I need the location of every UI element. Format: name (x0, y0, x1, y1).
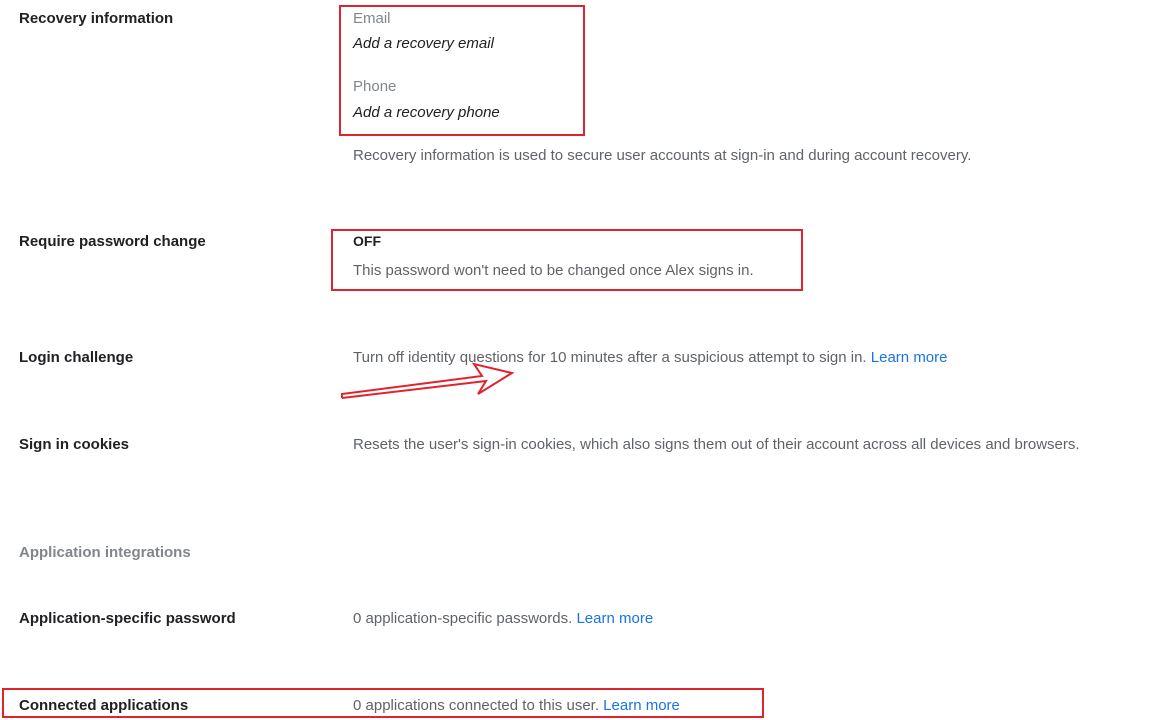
connected-apps-description: 0 applications connected to this user. L… (353, 697, 680, 714)
application-specific-password-label: Application-specific password (19, 610, 236, 627)
connected-apps-learn-more-link[interactable]: Learn more (603, 697, 680, 714)
application-integrations-heading: Application integrations (19, 544, 191, 561)
app-password-description: 0 application-specific passwords. Learn … (353, 610, 653, 627)
recovery-information-label: Recovery information (19, 10, 174, 27)
login-challenge-learn-more-link[interactable]: Learn more (871, 349, 948, 366)
connected-applications-label: Connected applications (19, 697, 189, 714)
sign-in-cookies-description[interactable]: Resets the user's sign-in cookies, which… (353, 436, 1080, 453)
app-password-learn-more-link[interactable]: Learn more (576, 610, 653, 627)
login-challenge-label: Login challenge (19, 349, 134, 366)
recovery-description: Recovery information is used to secure u… (353, 147, 972, 164)
require-password-change-label: Require password change (19, 233, 206, 250)
connected-apps-text: 0 applications connected to this user. (353, 697, 599, 714)
app-password-text: 0 application-specific passwords. (353, 610, 573, 627)
password-change-description: This password won't need to be changed o… (353, 262, 754, 279)
recovery-email-caption: Email (353, 10, 391, 27)
add-recovery-email-link[interactable]: Add a recovery email (353, 35, 494, 52)
login-challenge-text: Turn off identity questions for 10 minut… (353, 349, 867, 366)
add-recovery-phone-link[interactable]: Add a recovery phone (353, 104, 500, 121)
password-change-highlight-box (331, 229, 803, 291)
password-change-status[interactable]: OFF (353, 233, 381, 249)
login-challenge-description: Turn off identity questions for 10 minut… (353, 349, 948, 366)
arrow-annotation-icon (341, 362, 515, 399)
sign-in-cookies-label: Sign in cookies (19, 436, 130, 453)
recovery-phone-caption: Phone (353, 78, 397, 95)
